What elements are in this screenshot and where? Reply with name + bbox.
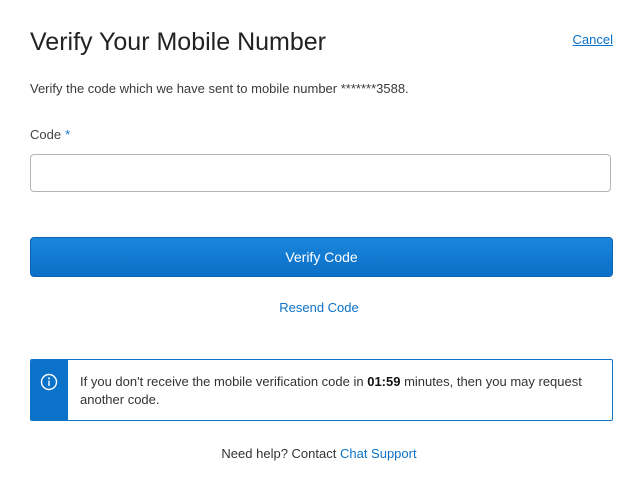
info-circle-icon [40, 373, 58, 391]
countdown-timer: 01:59 [367, 374, 401, 389]
page-header: Verify Your Mobile Number Cancel [30, 27, 613, 59]
chat-support-link[interactable]: Chat Support [340, 446, 417, 461]
help-footer: Need help? Contact Chat Support [0, 446, 638, 462]
info-message-text: If you don't receive the mobile verifica… [80, 373, 600, 409]
resend-row: Resend Code [0, 300, 638, 316]
instruction-text: Verify the code which we have sent to mo… [30, 81, 409, 96]
code-field-label: Code * [30, 127, 70, 143]
page-title: Verify Your Mobile Number [30, 28, 326, 56]
info-message-box: If you don't receive the mobile verifica… [30, 359, 613, 421]
code-label-text: Code [30, 127, 62, 142]
verify-code-button[interactable]: Verify Code [30, 237, 613, 277]
help-prefix: Need help? Contact [221, 446, 337, 461]
resend-code-link[interactable]: Resend Code [279, 300, 359, 315]
required-marker: * [65, 127, 71, 142]
info-strip [31, 360, 68, 420]
info-text-before: If you don't receive the mobile verifica… [80, 374, 364, 389]
cancel-link[interactable]: Cancel [573, 32, 613, 47]
code-input[interactable] [30, 154, 611, 192]
